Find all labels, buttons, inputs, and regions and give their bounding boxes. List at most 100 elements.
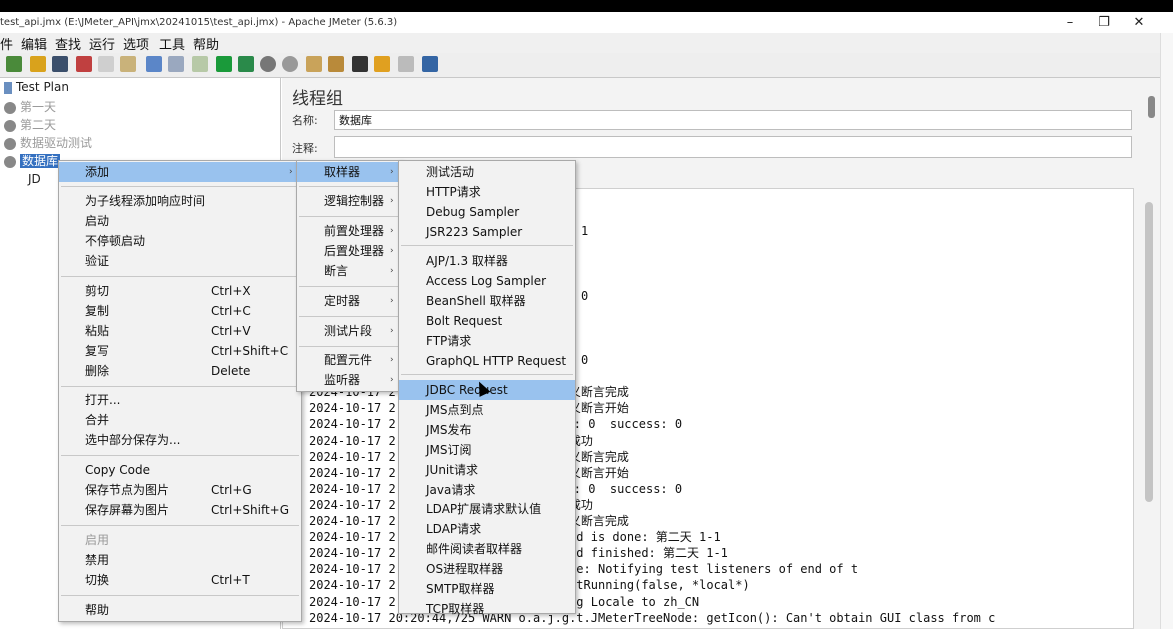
menu-edit[interactable]: 编辑: [21, 34, 47, 53]
paste-icon[interactable]: [120, 56, 136, 72]
submenu-item-logic-controller[interactable]: 逻辑控制器 ›: [324, 191, 401, 211]
start-icon[interactable]: [216, 56, 232, 72]
clear-all-icon[interactable]: [328, 56, 344, 72]
expand-icon[interactable]: [146, 56, 162, 72]
menu-item-disable[interactable]: 禁用: [85, 550, 109, 570]
chevron-right-icon: ›: [390, 355, 394, 365]
menu-item-start[interactable]: 启动: [85, 211, 109, 231]
separator: [299, 216, 399, 217]
reset-search-icon[interactable]: [374, 56, 390, 72]
sampler-item[interactable]: HTTP请求: [399, 182, 575, 202]
name-field[interactable]: 数据库: [334, 110, 1132, 130]
menu-tools[interactable]: 工具: [159, 34, 185, 53]
clear-icon[interactable]: [306, 56, 322, 72]
sampler-item[interactable]: JMS订阅: [399, 440, 575, 460]
menu-item-delete[interactable]: 删除 Delete: [85, 361, 295, 381]
menu-options[interactable]: 选项: [123, 34, 149, 53]
sampler-item[interactable]: SMTP取样器: [399, 579, 575, 599]
close-button[interactable]: ✕: [1121, 12, 1157, 33]
chevron-right-icon: ›: [390, 375, 394, 385]
sampler-item[interactable]: LDAP请求: [399, 519, 575, 539]
collapse-icon[interactable]: [168, 56, 184, 72]
sampler-item[interactable]: GraphQL HTTP Request: [399, 351, 575, 371]
submenu-item-sampler[interactable]: 取样器 ›: [297, 162, 401, 182]
menu-item-start-no-pause[interactable]: 不停顿启动: [85, 231, 145, 251]
tree-item-jdbc[interactable]: JD: [28, 172, 41, 186]
tree-item-day1[interactable]: 第一天: [4, 98, 56, 115]
search-icon[interactable]: [352, 56, 368, 72]
sampler-item[interactable]: TCP取样器: [399, 599, 575, 619]
sampler-item[interactable]: BeanShell 取样器: [399, 291, 575, 311]
menu-item-save-screen-image[interactable]: 保存屏幕为图片 Ctrl+Shift+G: [85, 500, 295, 520]
menu-item-help[interactable]: 帮助: [85, 600, 109, 620]
sampler-item[interactable]: JUnit请求: [399, 460, 575, 480]
tree-item-label: Test Plan: [16, 80, 69, 94]
separator: [61, 525, 299, 526]
log-scrollbar[interactable]: [1142, 190, 1156, 629]
menu-item-copy[interactable]: 复制 Ctrl+C: [85, 301, 295, 321]
start-no-pause-icon[interactable]: [238, 56, 254, 72]
submenu-item-post-processor[interactable]: 后置处理器 ›: [324, 241, 401, 261]
sampler-item[interactable]: JSR223 Sampler: [399, 222, 575, 242]
cut-icon[interactable]: [76, 56, 92, 72]
save-icon[interactable]: [52, 56, 68, 72]
separator: [61, 455, 299, 456]
open-icon[interactable]: [30, 56, 46, 72]
submenu-item-timer[interactable]: 定时器 ›: [324, 291, 401, 311]
gear-icon: [4, 119, 16, 132]
submenu-item-test-fragment[interactable]: 测试片段 ›: [324, 321, 401, 341]
submenu-item-assertion[interactable]: 断言 ›: [324, 261, 401, 281]
menu-item-cut[interactable]: 剪切 Ctrl+X: [85, 281, 295, 301]
shutdown-icon[interactable]: [282, 56, 298, 72]
sampler-item[interactable]: FTP请求: [399, 331, 575, 351]
menu-help[interactable]: 帮助: [193, 34, 219, 53]
menu-item-merge[interactable]: 合并: [85, 410, 109, 430]
panel-scrollbar[interactable]: [1148, 96, 1155, 118]
menu-item-copy-code[interactable]: Copy Code: [85, 460, 150, 480]
sampler-item[interactable]: 测试活动: [399, 162, 575, 182]
menu-run[interactable]: 运行: [89, 34, 115, 53]
shortcut-label: Delete: [211, 364, 251, 378]
comment-field[interactable]: [334, 136, 1132, 158]
submenu-item-listener[interactable]: 监听器 ›: [324, 370, 401, 390]
sampler-item[interactable]: 邮件阅读者取样器: [399, 539, 575, 559]
sampler-item[interactable]: OS进程取样器: [399, 559, 575, 579]
sampler-item[interactable]: AJP/1.3 取样器: [399, 251, 575, 271]
submenu-item-config-element[interactable]: 配置元件 ›: [324, 350, 401, 370]
scroll-thumb[interactable]: [1145, 202, 1153, 502]
menu-item-add[interactable]: 添加 ›: [59, 162, 301, 182]
function-helper-icon[interactable]: [398, 56, 414, 72]
menu-item-open[interactable]: 打开...: [85, 390, 120, 410]
sampler-item[interactable]: Access Log Sampler: [399, 271, 575, 291]
help-icon[interactable]: [422, 56, 438, 72]
maximize-button[interactable]: ❐: [1086, 12, 1122, 33]
tree-item-data-driven[interactable]: 数据驱动测试: [4, 134, 92, 151]
templates-icon[interactable]: [6, 56, 22, 72]
sampler-item[interactable]: Debug Sampler: [399, 202, 575, 222]
menu-item-duplicate[interactable]: 复写 Ctrl+Shift+C: [85, 341, 295, 361]
sampler-item[interactable]: JMS发布: [399, 420, 575, 440]
menu-file[interactable]: 件: [0, 34, 13, 53]
sampler-item[interactable]: Bolt Request: [399, 311, 575, 331]
sampler-item[interactable]: LDAP扩展请求默认值: [399, 499, 575, 519]
menu-item-label: LDAP扩展请求默认值: [426, 502, 542, 517]
toggle-icon[interactable]: [192, 56, 208, 72]
tree-item-test-plan[interactable]: Test Plan: [4, 80, 69, 94]
minimize-button[interactable]: –: [1052, 12, 1088, 33]
tree-item-day2[interactable]: 第二天: [4, 116, 56, 133]
menu-item-validate[interactable]: 验证: [85, 251, 109, 271]
tree-item-database[interactable]: 数据库: [4, 152, 61, 169]
copy-icon[interactable]: [98, 56, 114, 72]
sampler-item[interactable]: JMS点到点: [399, 400, 575, 420]
menu-item-save-selection[interactable]: 选中部分保存为...: [85, 430, 180, 450]
chevron-right-icon: ›: [390, 246, 394, 256]
submenu-item-pre-processor[interactable]: 前置处理器 ›: [324, 221, 401, 241]
menu-search[interactable]: 查找: [55, 34, 81, 53]
menu-item-paste[interactable]: 粘贴 Ctrl+V: [85, 321, 295, 341]
separator: [299, 286, 399, 287]
sampler-item[interactable]: Java请求: [399, 480, 575, 500]
stop-icon[interactable]: [260, 56, 276, 72]
menu-item-save-node-image[interactable]: 保存节点为图片 Ctrl+G: [85, 480, 295, 500]
menu-item-add-response-time[interactable]: 为子线程添加响应时间: [85, 191, 205, 211]
menu-item-toggle[interactable]: 切换 Ctrl+T: [85, 570, 295, 590]
